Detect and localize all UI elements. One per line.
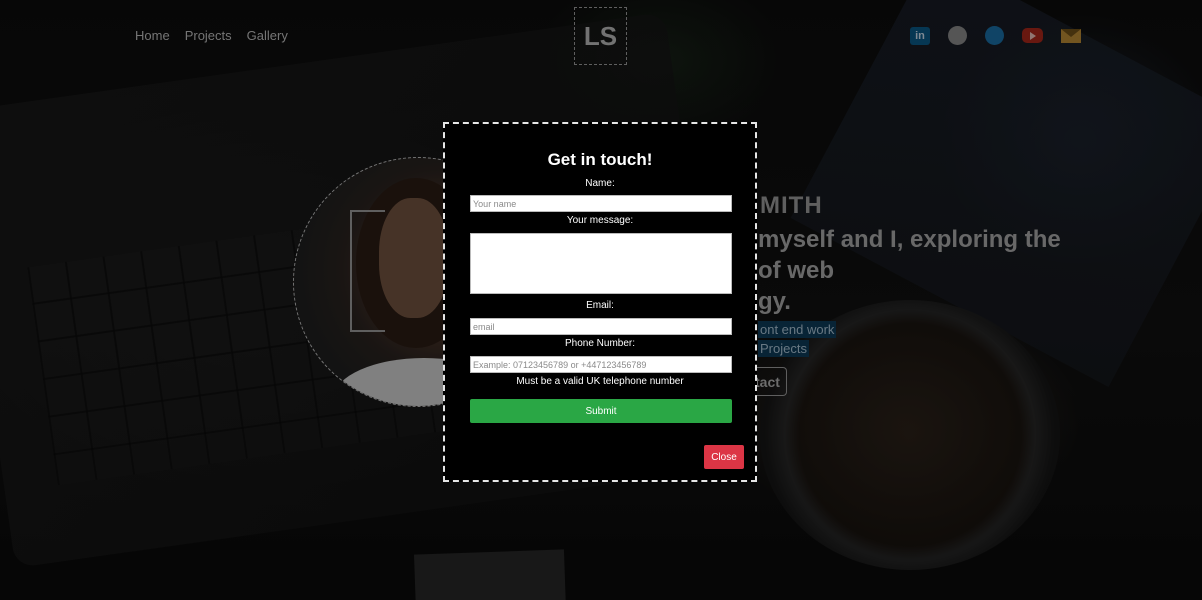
phone-hint: Must be a valid UK telephone number	[516, 376, 684, 387]
name-label: Name:	[585, 178, 615, 189]
contact-modal: Get in touch! Name: Your message: Email:…	[443, 122, 757, 482]
close-button[interactable]: Close	[704, 445, 744, 469]
modal-title: Get in touch!	[547, 150, 653, 169]
phone-input[interactable]	[470, 356, 732, 373]
email-label: Email:	[586, 300, 614, 311]
name-input[interactable]	[470, 195, 732, 212]
email-input[interactable]	[470, 318, 732, 335]
message-label: Your message:	[566, 215, 634, 226]
submit-button[interactable]: Submit	[470, 399, 732, 423]
message-textarea[interactable]	[470, 233, 732, 294]
phone-label: Phone Number:	[564, 338, 636, 349]
